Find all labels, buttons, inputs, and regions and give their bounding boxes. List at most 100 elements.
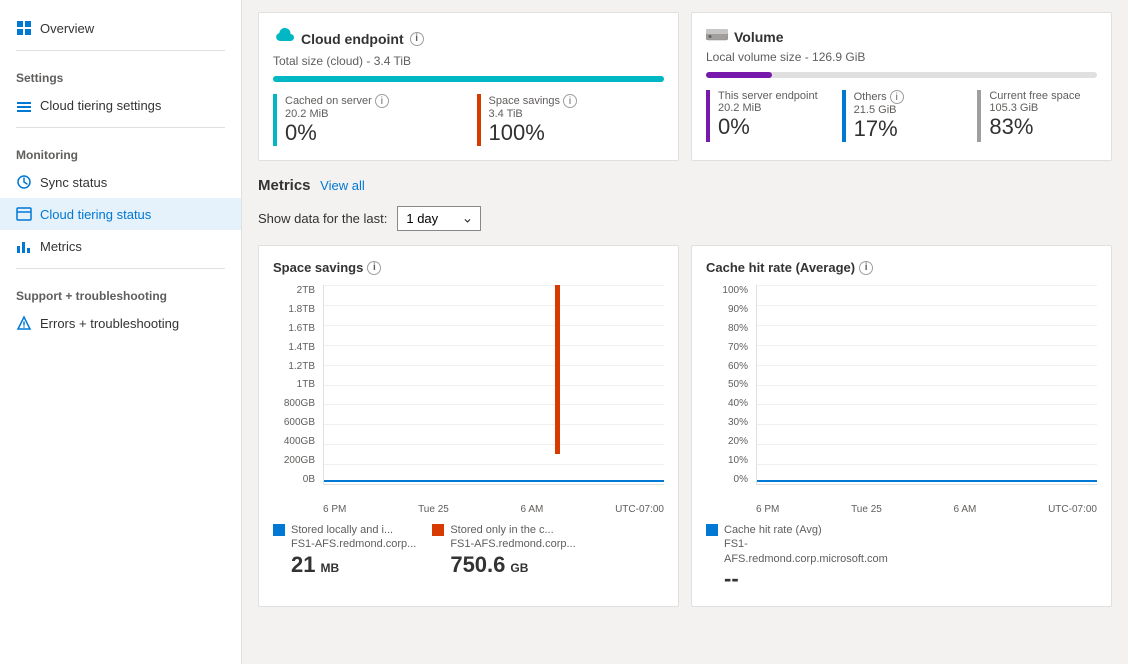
sidebar-item-errors[interactable]: Errors + troubleshooting [0, 307, 241, 339]
savings-metric: Space savings i 3.4 TiB 100% [477, 94, 665, 146]
gridline-1 [324, 305, 664, 306]
sidebar-divider-3 [16, 268, 225, 269]
sidebar-item-sync-status-label: Sync status [40, 175, 107, 190]
cached-pct: 0% [285, 120, 461, 146]
sidebar-item-errors-label: Errors + troubleshooting [40, 316, 179, 331]
cloud-icon [273, 27, 295, 50]
cached-info-icon[interactable]: i [375, 94, 389, 108]
sidebar-item-cloud-tiering-status-label: Cloud tiering status [40, 207, 151, 222]
space-savings-bar [555, 285, 560, 454]
gridline-4 [324, 365, 664, 366]
legend-item-stored-cloud: Stored only in the c...FS1-AFS.redmond.c… [432, 523, 575, 578]
legend-color-cache-blue [706, 524, 718, 536]
sidebar-item-metrics[interactable]: Metrics [0, 230, 241, 262]
cache-hit-rate-chart-title: Cache hit rate (Average) i [706, 260, 1097, 275]
cloud-tiering-status-icon [16, 206, 32, 222]
sidebar-section-monitoring: Monitoring [0, 134, 241, 166]
cache-hit-rate-y-axis: 100% 90% 80% 70% 60% 50% 40% 30% 20% 10%… [706, 285, 752, 485]
cloud-endpoint-progress-fill [273, 76, 664, 82]
sidebar: Overview Settings Cloud tiering settings… [0, 0, 242, 664]
metrics-section-title: Metrics [258, 177, 311, 194]
filter-row: Show data for the last: 1 day 7 days 30 … [258, 206, 1112, 231]
space-savings-y-axis: 2TB 1.8TB 1.6TB 1.4TB 1.2TB 1TB 800GB 60… [273, 285, 319, 485]
volume-progress-bar [706, 72, 1097, 78]
cache-gridline-2 [757, 325, 1097, 326]
cache-hit-rate-chart-area: 100% 90% 80% 70% 60% 50% 40% 30% 20% 10%… [706, 285, 1097, 515]
sidebar-divider-1 [16, 50, 225, 51]
space-savings-plot [323, 285, 664, 485]
sidebar-item-cloud-tiering-settings[interactable]: Cloud tiering settings [0, 89, 241, 121]
space-savings-x-axis: 6 PM Tue 25 6 AM UTC-07:00 [323, 504, 664, 515]
metrics-section-header: Metrics View all [258, 177, 1112, 194]
space-savings-chart-card: Space savings i 2TB 1.8TB 1.6TB 1.4TB 1.… [258, 245, 679, 607]
volume-card: Volume Local volume size - 126.9 GiB Thi… [691, 12, 1112, 161]
gridline-8 [324, 444, 664, 445]
free-space-subtext: 105.3 GiB [989, 102, 1097, 114]
legend-item-stored-locally: Stored locally and i...FS1-AFS.redmond.c… [273, 523, 416, 578]
gridline-9 [324, 464, 664, 465]
space-savings-legend: Stored locally and i...FS1-AFS.redmond.c… [273, 523, 664, 578]
cache-gridline-1 [757, 305, 1097, 306]
cache-hit-rate-info-icon[interactable]: i [859, 261, 873, 275]
volume-progress-fill [706, 72, 772, 78]
legend-color-blue [273, 524, 285, 536]
sidebar-section-support: Support + troubleshooting [0, 275, 241, 307]
savings-info-icon[interactable]: i [563, 94, 577, 108]
metrics-icon [16, 238, 32, 254]
others-pct: 17% [854, 116, 962, 142]
sidebar-section-settings: Settings [0, 57, 241, 89]
cloud-endpoint-progress-bar [273, 76, 664, 82]
server-endpoint-pct: 0% [718, 114, 826, 140]
cached-label: Cached on server i [285, 94, 461, 108]
cache-hit-rate-chart-card: Cache hit rate (Average) i 100% 90% 80% … [691, 245, 1112, 607]
others-metric: Others i 21.5 GiB 17% [842, 90, 962, 142]
others-subtext: 21.5 GiB [854, 104, 962, 116]
gridline-0 [324, 285, 664, 286]
volume-icon [706, 27, 728, 46]
sidebar-item-cloud-tiering-status[interactable]: Cloud tiering status [0, 198, 241, 230]
cloud-endpoint-info-icon[interactable]: i [410, 32, 424, 46]
gridline-5 [324, 385, 664, 386]
cache-hit-rate-plot [756, 285, 1097, 485]
free-space-label: Current free space [989, 90, 1097, 102]
sidebar-item-overview[interactable]: Overview [0, 12, 241, 44]
savings-label: Space savings i [489, 94, 665, 108]
sidebar-item-cloud-tiering-settings-label: Cloud tiering settings [40, 98, 161, 113]
sidebar-item-sync-status[interactable]: Sync status [0, 166, 241, 198]
savings-pct: 100% [489, 120, 665, 146]
legend-color-orange [432, 524, 444, 536]
space-savings-chart-title: Space savings i [273, 260, 664, 275]
volume-metrics: This server endpoint 20.2 MiB 0% Others … [706, 90, 1097, 142]
sidebar-item-metrics-label: Metrics [40, 239, 82, 254]
time-range-select[interactable]: 1 day 7 days 30 days [397, 206, 481, 231]
others-info-icon[interactable]: i [890, 90, 904, 104]
gridline-6 [324, 404, 664, 405]
server-endpoint-subtext: 20.2 MiB [718, 102, 826, 114]
legend-item-cache-hit: Cache hit rate (Avg)FS1-AFS.redmond.corp… [706, 523, 864, 592]
others-label: Others i [854, 90, 962, 104]
main-content: Cloud endpoint i Total size (cloud) - 3.… [242, 0, 1128, 664]
server-endpoint-metric: This server endpoint 20.2 MiB 0% [706, 90, 826, 142]
cache-gridline-8 [757, 444, 1097, 445]
space-savings-info-icon[interactable]: i [367, 261, 381, 275]
cache-gridline-3 [757, 345, 1097, 346]
savings-subtext: 3.4 TiB [489, 108, 665, 120]
cloud-endpoint-card: Cloud endpoint i Total size (cloud) - 3.… [258, 12, 679, 161]
cache-hit-rate-line [757, 480, 1097, 482]
space-savings-line [324, 480, 664, 482]
cloud-tiering-settings-icon [16, 97, 32, 113]
cache-gridline-9 [757, 464, 1097, 465]
cache-gridline-7 [757, 424, 1097, 425]
volume-subtitle: Local volume size - 126.9 GiB [706, 50, 1097, 64]
cloud-endpoint-metrics: Cached on server i 20.2 MiB 0% Space sav… [273, 94, 664, 146]
cached-metric: Cached on server i 20.2 MiB 0% [273, 94, 461, 146]
server-endpoint-label: This server endpoint [718, 90, 826, 102]
cache-gridline-6 [757, 404, 1097, 405]
overview-icon [16, 20, 32, 36]
cache-gridline-0 [757, 285, 1097, 286]
free-space-metric: Current free space 105.3 GiB 83% [977, 90, 1097, 142]
sync-status-icon [16, 174, 32, 190]
cards-row: Cloud endpoint i Total size (cloud) - 3.… [258, 12, 1112, 161]
view-all-link[interactable]: View all [320, 178, 365, 193]
show-data-label: Show data for the last: [258, 211, 387, 226]
